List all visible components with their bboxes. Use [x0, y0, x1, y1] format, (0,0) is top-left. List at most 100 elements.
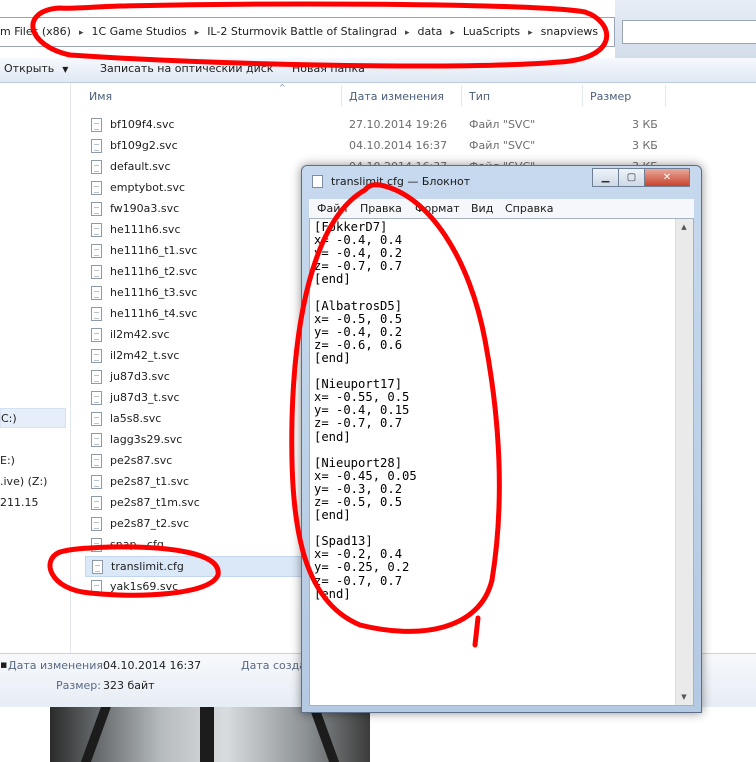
file-name: he111h6_t4.svc	[110, 307, 198, 320]
file-icon	[91, 412, 102, 426]
column-header: ^ Имя Дата изменения Тип Размер	[71, 83, 756, 107]
menu-file[interactable]: Файл	[317, 202, 347, 215]
file-icon	[91, 370, 102, 384]
file-icon	[91, 433, 102, 447]
file-icon	[91, 391, 102, 405]
breadcrumb-separator-icon: ▸	[78, 28, 84, 38]
file-name: yak1s69.svc	[110, 580, 179, 593]
file-type-icon: ▪	[0, 658, 8, 671]
file-name: default.svc	[110, 160, 171, 173]
file-icon	[91, 307, 102, 321]
file-icon	[91, 139, 102, 153]
table-row[interactable]: bf109g2.svc 04.10.2014 16:37 Файл "SVC" 3 К…	[85, 136, 756, 157]
file-icon	[91, 496, 102, 510]
file-name: he111h6_t2.svc	[110, 265, 198, 278]
column-name[interactable]: Имя	[89, 90, 112, 103]
file-icon	[91, 349, 102, 363]
file-name: lagg3s29.svc	[110, 433, 183, 446]
breadcrumb-snapviews[interactable]: snapviews	[541, 25, 599, 38]
menu-help[interactable]: Справка	[505, 202, 553, 215]
breadcrumb-separator-icon: ▸	[528, 28, 533, 38]
file-size: 3 КБ	[632, 139, 658, 152]
nav-item-label: 211.15	[0, 496, 39, 509]
file-name: ju87d3.svc	[110, 370, 170, 383]
breadcrumb-program-files[interactable]: m Files (x86)	[0, 25, 71, 38]
breadcrumb-luascripts[interactable]: LuaScripts	[463, 25, 520, 38]
file-icon	[91, 160, 102, 174]
file-name: bf109g2.svc	[110, 139, 178, 152]
table-row[interactable]: translimit.cfg	[85, 556, 305, 577]
nav-item-drive-e[interactable]: E:)	[0, 454, 15, 467]
breadcrumb-data[interactable]: data	[418, 25, 443, 38]
column-divider[interactable]	[341, 85, 342, 107]
file-icon	[91, 118, 102, 132]
cockpit-frame	[309, 707, 341, 762]
file-name: ju87d3_t.svc	[110, 391, 180, 404]
file-name: translimit.cfg	[111, 560, 184, 573]
menu-format[interactable]: Формат	[415, 202, 460, 215]
notepad-icon	[312, 175, 323, 188]
column-size[interactable]: Размер	[590, 90, 631, 103]
scroll-up-icon[interactable]: ▲	[676, 219, 692, 235]
file-name: he111h6.svc	[110, 223, 181, 236]
file-type: Файл "SVC"	[469, 118, 536, 131]
details-created-label: Дата созда	[241, 659, 306, 672]
file-icon	[91, 580, 102, 594]
address-bar[interactable]: m Files (x86) ▸ 1C Game Studios ▸ IL-2 Sturm…	[0, 17, 615, 47]
details-size-label: Размер:	[56, 679, 101, 692]
window-controls: ▁ ▢ ✕	[592, 168, 695, 188]
notepad-content: [FokkerD7] x= -0.4, 0.4 y= -0.4, 0.2 z= …	[314, 220, 417, 601]
file-icon	[92, 560, 103, 574]
file-name: la5s8.svc	[110, 412, 162, 425]
file-name: pe2s87_t1m.svc	[110, 496, 200, 509]
file-name: emptybot.svc	[110, 181, 186, 194]
table-row[interactable]: bf109f4.svc 27.10.2014 19:26 Файл "SVC" 3 К…	[85, 115, 756, 136]
maximize-button[interactable]: ▢	[618, 168, 645, 187]
nav-item-label: C:)	[1, 412, 17, 425]
column-divider[interactable]	[665, 85, 666, 107]
nav-item-drive-c[interactable]: C:)	[0, 408, 66, 428]
column-divider[interactable]	[461, 85, 462, 107]
breadcrumb-1c-game-studios[interactable]: 1C Game Studios	[91, 25, 186, 38]
vertical-scrollbar[interactable]: ▲ ▼	[675, 219, 693, 705]
column-date[interactable]: Дата изменения	[349, 90, 444, 103]
file-icon	[91, 286, 102, 300]
close-button[interactable]: ✕	[644, 168, 690, 187]
sort-ascending-icon: ^	[279, 83, 286, 92]
open-button[interactable]: Открыть ▼	[4, 62, 68, 75]
notepad-menubar: Файл Правка Формат Вид Справка	[309, 199, 694, 219]
file-name: pe2s87.svc	[110, 454, 173, 467]
nav-item-label: E:)	[0, 454, 15, 467]
notepad-window: translimit.cfg — Блокнот ▁ ▢ ✕ Файл Прав…	[301, 165, 702, 713]
column-divider[interactable]	[582, 85, 583, 107]
minimize-button[interactable]: ▁	[592, 168, 619, 187]
game-screenshot-background	[50, 707, 370, 762]
nav-item-network[interactable]: 211.15	[0, 496, 39, 509]
file-icon	[91, 223, 102, 237]
details-date-value: 04.10.2014 16:37	[103, 659, 202, 672]
details-size-value: 323 байт	[103, 679, 155, 692]
breadcrumb-il2[interactable]: IL-2 Sturmovik Battle of Stalingrad	[207, 25, 397, 38]
file-name: il2m42.svc	[110, 328, 170, 341]
scroll-down-icon[interactable]: ▼	[676, 689, 692, 705]
new-folder-button[interactable]: Новая папка	[292, 62, 365, 75]
burn-disc-button[interactable]: Записать на оптический диск	[100, 62, 273, 75]
file-name: pe2s87_t1.svc	[110, 475, 190, 488]
menu-edit[interactable]: Правка	[360, 202, 402, 215]
search-input[interactable]	[622, 20, 756, 44]
file-name: pe2s87_t2.svc	[110, 517, 190, 530]
details-date-label: Дата изменения:	[8, 659, 107, 672]
file-icon	[91, 181, 102, 195]
file-name: il2m42_t.svc	[110, 349, 180, 362]
file-icon	[91, 538, 102, 552]
file-icon	[91, 202, 102, 216]
column-type[interactable]: Тип	[469, 90, 490, 103]
breadcrumb: m Files (x86) ▸ 1C Game Studios ▸ IL-2 Sturm…	[0, 25, 602, 38]
navigation-pane: C:) E:) .ive) (Z:) 211.15	[0, 83, 71, 653]
notepad-text-area[interactable]: [FokkerD7] x= -0.4, 0.4 y= -0.4, 0.2 z= …	[309, 218, 694, 706]
menu-view[interactable]: Вид	[471, 202, 493, 215]
file-icon	[91, 265, 102, 279]
file-name: he111h6_t1.svc	[110, 244, 198, 257]
nav-item-drive-z[interactable]: .ive) (Z:)	[0, 475, 47, 488]
file-date: 04.10.2014 16:37	[349, 139, 448, 152]
